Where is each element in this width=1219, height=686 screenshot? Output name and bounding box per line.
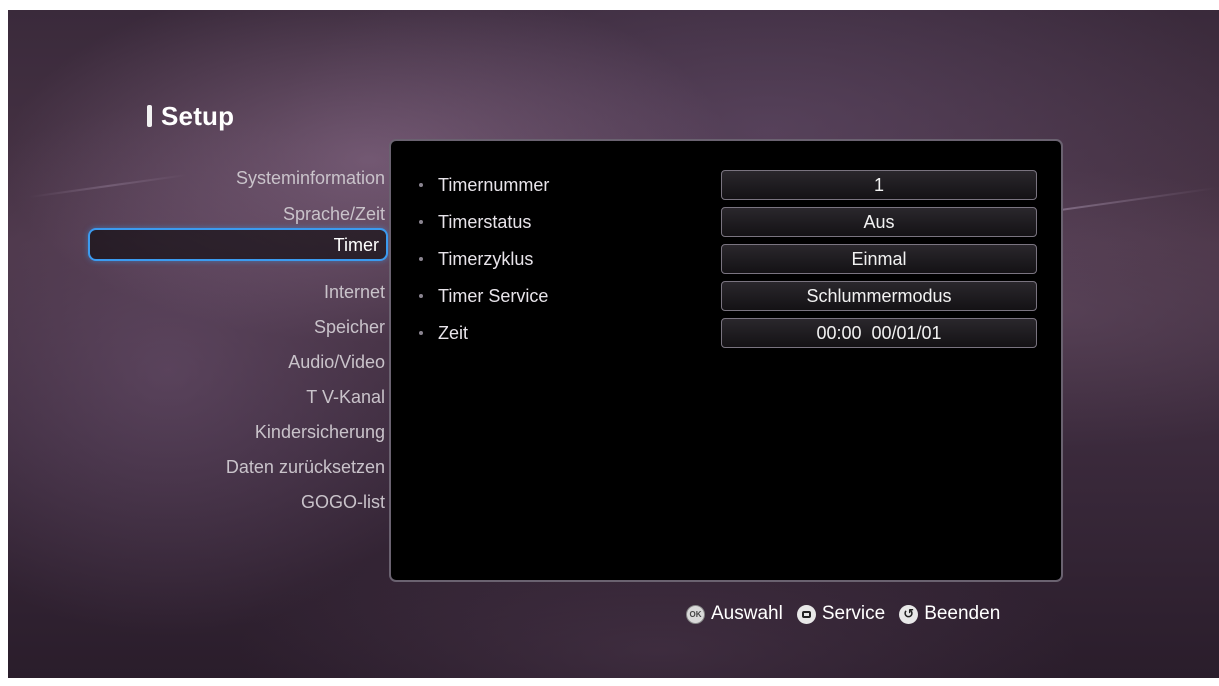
ok-button-icon: OK <box>686 604 705 624</box>
service-button-icon <box>796 604 816 624</box>
timernummer-value[interactable]: 1 <box>721 170 1037 200</box>
background-streak <box>28 173 188 199</box>
menu-item-tv-kanal[interactable]: T V-Kanal <box>306 381 385 414</box>
zeit-value[interactable]: 00:00 00/01/01 <box>721 318 1037 348</box>
page-title: Setup <box>161 100 235 131</box>
bullet-icon <box>419 220 423 224</box>
setting-row-timerzyklus: Timerzyklus Einmal <box>391 244 1061 274</box>
menu-item-sprache-zeit[interactable]: Sprache/Zeit <box>283 198 385 231</box>
setting-row-timerstatus: Timerstatus Aus <box>391 207 1061 237</box>
bullet-icon <box>419 257 423 261</box>
setting-row-timernummer: Timernummer 1 <box>391 170 1061 200</box>
setting-row-timer-service: Timer Service Schlummermodus <box>391 281 1061 311</box>
setting-row-zeit: Zeit 00:00 00/01/01 <box>391 318 1061 348</box>
menu-item-daten-zuruecksetzen[interactable]: Daten zurücksetzen <box>226 451 385 484</box>
menu-item-timer[interactable]: Timer <box>88 228 388 261</box>
menu-item-kindersicherung[interactable]: Kindersicherung <box>255 416 385 449</box>
hint-auswahl: OK Auswahl <box>686 603 783 625</box>
return-button-icon: ↺ <box>899 604 919 624</box>
menu-item-internet[interactable]: Internet <box>324 276 385 309</box>
hint-label: Auswahl <box>711 603 783 624</box>
setting-label: Timerzyklus <box>438 249 534 269</box>
timer-settings-panel: Timernummer 1 Timerstatus Aus Timerzyklu… <box>389 139 1063 582</box>
timerzyklus-value[interactable]: Einmal <box>721 244 1037 274</box>
bullet-icon <box>419 294 423 298</box>
hint-label: Service <box>821 603 886 624</box>
page-header: Setup <box>147 98 234 134</box>
hint-beenden: ↺ Beenden <box>899 603 1000 625</box>
setting-label: Zeit <box>438 323 469 343</box>
menu-item-audio-video[interactable]: Audio/Video <box>288 346 385 379</box>
timer-service-value[interactable]: Schlummermodus <box>721 281 1037 311</box>
setting-label: Timernummer <box>438 175 550 195</box>
bullet-icon <box>419 331 423 335</box>
title-marker <box>147 105 152 127</box>
menu-item-systeminformation[interactable]: Systeminformation <box>236 162 385 195</box>
bullet-icon <box>419 183 423 187</box>
button-hints: OK Auswahl Service ↺ Beenden <box>686 600 1014 628</box>
setting-label: Timer Service <box>438 286 549 306</box>
hint-label: Beenden <box>924 603 1001 624</box>
menu-item-speicher[interactable]: Speicher <box>314 311 385 344</box>
timerstatus-value[interactable]: Aus <box>721 207 1037 237</box>
menu-item-gogo-list[interactable]: GOGO-list <box>301 486 385 519</box>
hint-service: Service <box>796 603 886 625</box>
setting-label: Timerstatus <box>438 212 532 232</box>
